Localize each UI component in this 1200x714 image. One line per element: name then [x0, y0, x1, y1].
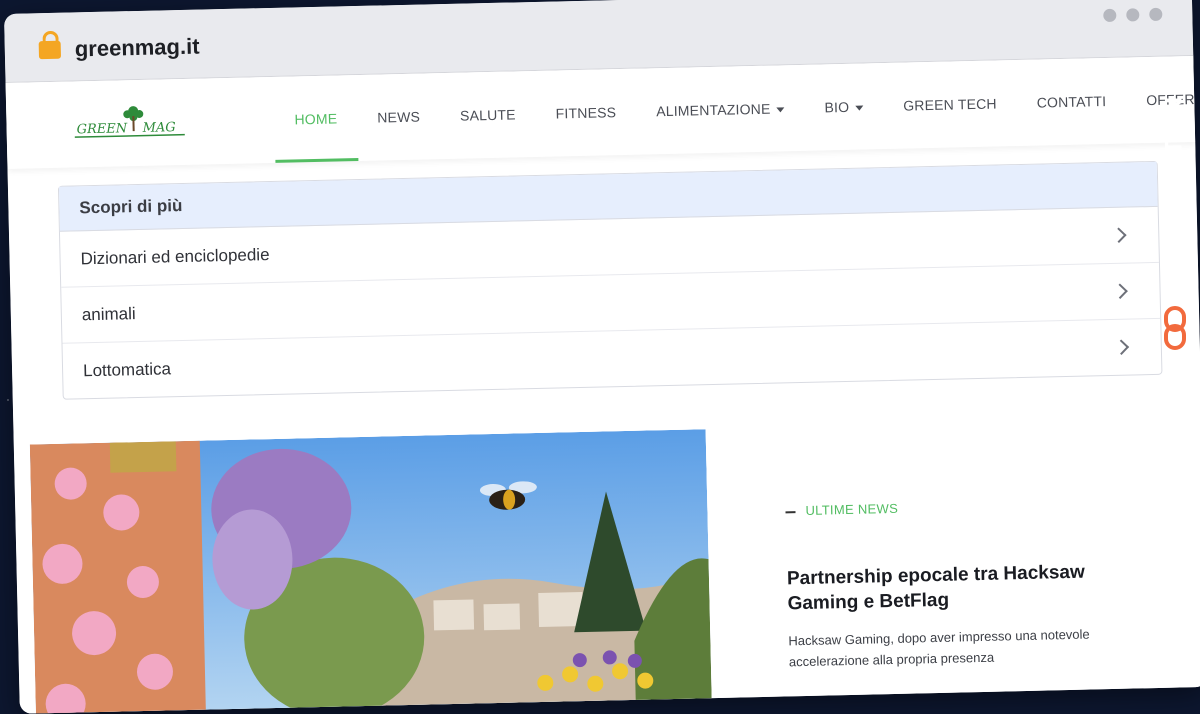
url-text[interactable]: greenmag.it: [75, 34, 200, 63]
nav-label: FITNESS: [555, 104, 617, 122]
nav-label: NEWS: [377, 108, 421, 126]
window-dot-icon[interactable]: [1126, 8, 1140, 22]
news-headline[interactable]: Partnership epocale tra Hacksaw Gaming e…: [787, 559, 1108, 616]
lock-icon: [38, 40, 62, 60]
discover-item-label: animali: [81, 304, 136, 325]
nav-salute[interactable]: SALUTE: [439, 71, 537, 159]
nav-home[interactable]: HOME: [273, 75, 358, 163]
caret-down-icon: [855, 105, 864, 111]
nav-green-tech[interactable]: GREEN TECH: [882, 60, 1017, 149]
window-dot-icon[interactable]: [1103, 8, 1117, 23]
discover-panel: Scopri di più Dizionari ed enciclopedie …: [57, 160, 1163, 400]
nav-label: GREEN TECH: [903, 95, 997, 114]
brand-name: GUESTPOSTLINKS: [1162, 60, 1188, 296]
caret-down-icon: [776, 107, 785, 113]
browser-window: greenmag.it GREEN MAG HOME NEWS SALUTE F…: [4, 0, 1200, 714]
news-tag-text: ULTIME NEWS: [805, 500, 899, 518]
nav-fitness[interactable]: FITNESS: [535, 69, 637, 157]
svg-text:GREEN: GREEN: [76, 121, 127, 137]
featured-image[interactable]: [29, 429, 713, 714]
site-logo[interactable]: GREEN MAG: [70, 101, 189, 144]
nav-label: BIO: [824, 98, 850, 116]
svg-text:MAG: MAG: [141, 120, 175, 136]
nav-label: CONTATTI: [1036, 93, 1107, 111]
discover-item-label: Lottomatica: [82, 359, 172, 381]
nav-contatti[interactable]: CONTATTI: [1016, 58, 1127, 146]
chevron-right-icon: [1112, 283, 1128, 300]
nav-alimentazione[interactable]: ALIMENTAZIONE: [635, 65, 805, 155]
nav-label: HOME: [294, 110, 338, 128]
chevron-right-icon: [1111, 227, 1127, 244]
window-controls: [1103, 7, 1163, 23]
window-dot-icon[interactable]: [1149, 7, 1163, 22]
nav-news[interactable]: NEWS: [356, 73, 441, 161]
nav-label: SALUTE: [459, 106, 516, 124]
latest-news: ULTIME NEWS Partnership epocale tra Hack…: [785, 496, 1109, 672]
news-section-label[interactable]: ULTIME NEWS: [785, 496, 1105, 518]
nav-label: ALIMENTAZIONE: [656, 100, 771, 120]
news-excerpt: Hacksaw Gaming, dopo aver impresso una n…: [788, 626, 1090, 670]
chevron-right-icon: [1113, 339, 1130, 356]
guestpostlinks-watermark: GUESTPOSTLINKS: [1160, 60, 1190, 360]
dash-icon: [785, 510, 796, 513]
discover-item-label: Dizionari ed enciclopedie: [80, 245, 270, 269]
nav-bio[interactable]: BIO: [804, 63, 885, 151]
link-chain-icon: [1164, 306, 1186, 350]
page-content: GREEN MAG HOME NEWS SALUTE FITNESS ALIME…: [5, 56, 1200, 714]
